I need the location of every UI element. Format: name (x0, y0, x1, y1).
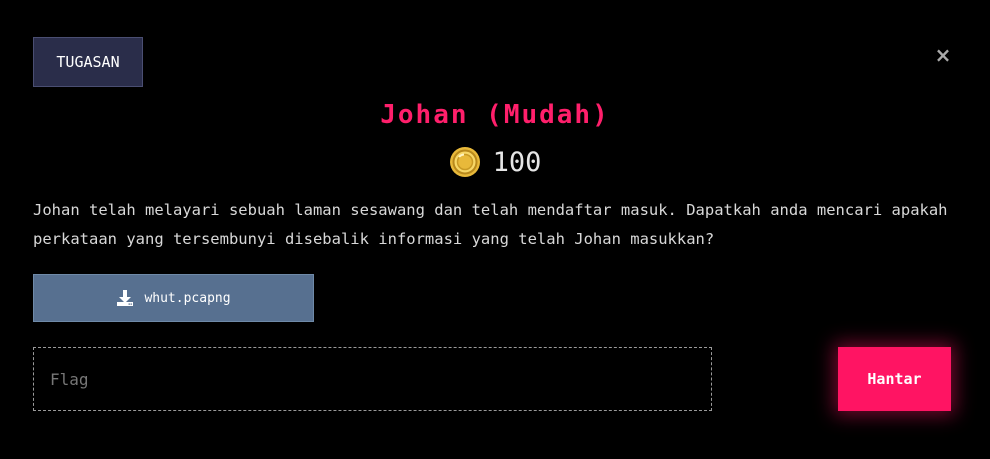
points-display: 100 (0, 146, 990, 178)
tab-tugasan[interactable]: TUGASAN (33, 37, 143, 87)
submit-button[interactable]: Hantar (838, 347, 951, 411)
challenge-title: Johan (Mudah) (380, 100, 610, 130)
coin-icon (449, 147, 480, 177)
attachment-filename: whut.pcapng (144, 290, 231, 306)
points-value: 100 (492, 146, 542, 178)
flag-input[interactable] (33, 347, 712, 411)
challenge-description: Johan telah melayari sebuah laman sesawa… (33, 201, 948, 248)
close-icon[interactable]: × (930, 42, 956, 68)
download-icon (117, 290, 134, 306)
download-attachment-button[interactable]: whut.pcapng (33, 274, 314, 322)
